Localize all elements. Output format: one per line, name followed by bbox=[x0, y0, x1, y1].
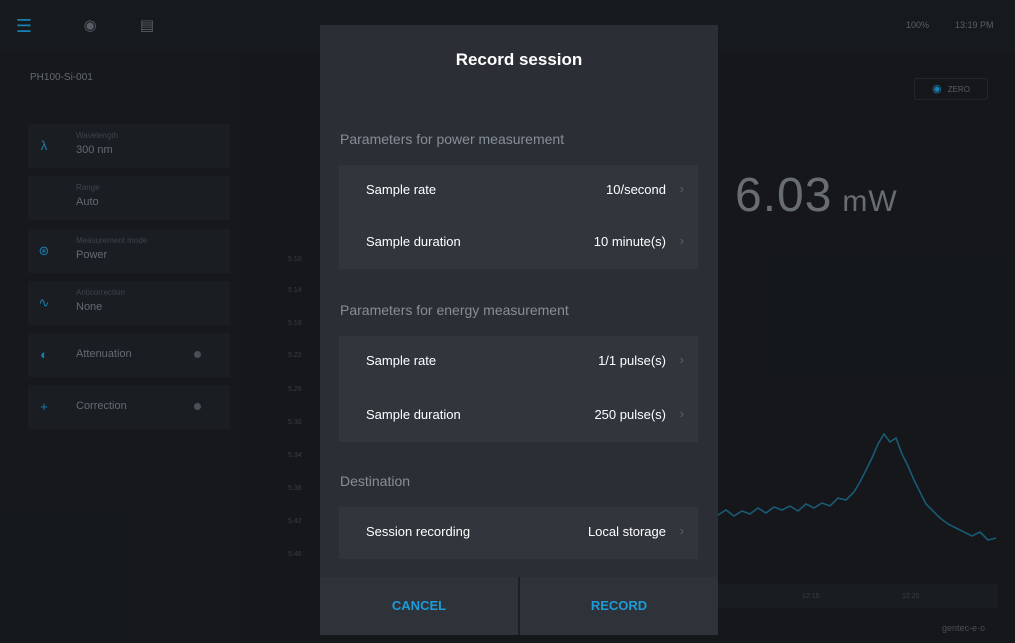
power-parameters-group: Sample rate 10/second › Sample duration … bbox=[339, 165, 698, 269]
row-label: Sample duration bbox=[366, 234, 461, 249]
row-value: Local storage bbox=[587, 524, 666, 539]
destination-group: Session recording Local storage › bbox=[339, 507, 698, 559]
row-label: Session recording bbox=[366, 524, 471, 539]
dialog-actions: CANCEL RECORD bbox=[320, 577, 718, 635]
session-recording-row[interactable]: Session recording Local storage › bbox=[339, 507, 698, 559]
row-value: 250 pulse(s) bbox=[594, 407, 666, 422]
record-button[interactable]: RECORD bbox=[520, 577, 718, 635]
row-value: 1/1 pulse(s) bbox=[598, 353, 666, 368]
row-label: Sample rate bbox=[366, 182, 437, 197]
chevron-right-icon: › bbox=[679, 352, 684, 367]
power-sample-duration-row[interactable]: Sample duration 10 minute(s) › bbox=[339, 217, 698, 269]
energy-parameters-group: Sample rate 1/1 pulse(s) › Sample durati… bbox=[339, 336, 698, 442]
energy-sample-duration-row[interactable]: Sample duration 250 pulse(s) › bbox=[339, 390, 698, 442]
record-session-dialog: Record session Parameters for power meas… bbox=[320, 25, 718, 635]
section-title-destination: Destination bbox=[340, 473, 411, 489]
row-label: Sample rate bbox=[366, 353, 437, 368]
chevron-right-icon: › bbox=[679, 233, 684, 248]
chevron-right-icon: › bbox=[679, 181, 684, 196]
chevron-right-icon: › bbox=[679, 406, 684, 421]
chevron-right-icon: › bbox=[679, 523, 684, 538]
row-label: Sample duration bbox=[366, 407, 461, 422]
section-title-energy: Parameters for energy measurement bbox=[340, 302, 569, 318]
energy-sample-rate-row[interactable]: Sample rate 1/1 pulse(s) › bbox=[339, 336, 698, 388]
section-title-power: Parameters for power measurement bbox=[340, 131, 565, 147]
row-value: 10 minute(s) bbox=[593, 234, 666, 249]
cancel-button[interactable]: CANCEL bbox=[320, 577, 518, 635]
row-value: 10/second bbox=[606, 182, 666, 197]
dialog-title: Record session bbox=[455, 50, 583, 69]
power-sample-rate-row[interactable]: Sample rate 10/second › bbox=[339, 165, 698, 217]
